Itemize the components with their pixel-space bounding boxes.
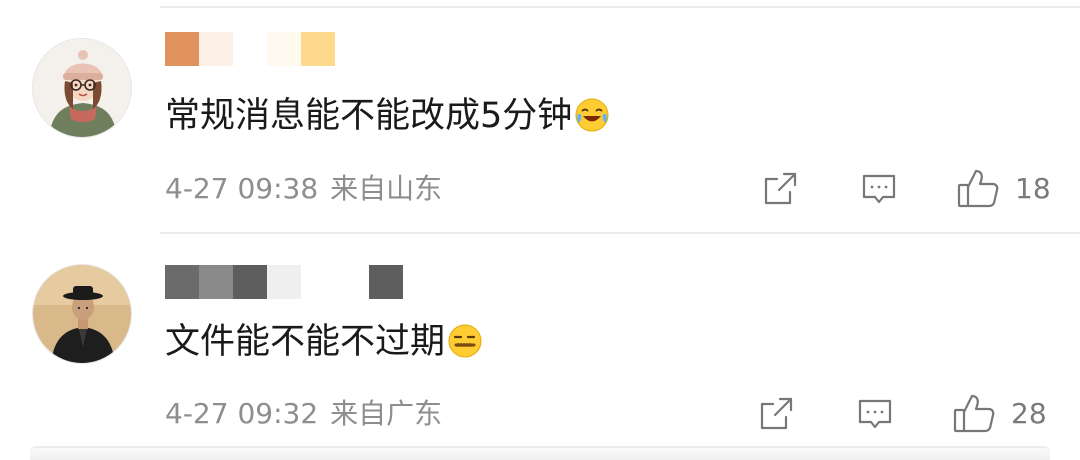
like-count: 18 [1015, 172, 1051, 205]
comment-location: 来自广东 [330, 397, 443, 430]
comment-date: 4-27 09:38 [165, 172, 319, 205]
like-count: 28 [1011, 397, 1047, 430]
thumbs-up-icon[interactable] [952, 392, 996, 438]
comment-date: 4-27 09:32 [165, 397, 319, 430]
comment-text: 文件能不能不过期 [165, 322, 483, 362]
share-icon[interactable] [758, 396, 794, 436]
laughing-crying-emoji [574, 97, 610, 133]
top-divider [160, 6, 1080, 8]
comment-icon[interactable] [861, 171, 897, 211]
comment-divider [160, 232, 1080, 234]
avatar[interactable] [32, 264, 132, 364]
comment-text: 常规消息能不能改成5分钟 [165, 96, 610, 136]
username-mosaic[interactable] [165, 32, 335, 66]
avatar[interactable] [32, 38, 132, 138]
thumbs-up-icon[interactable] [956, 167, 1000, 213]
username-mosaic[interactable] [165, 265, 403, 299]
comment-meta: 4-27 09:32 来自广东 [165, 398, 454, 430]
comment-location: 来自山东 [330, 172, 443, 205]
zipper-mouth-emoji [447, 323, 483, 359]
share-icon[interactable] [762, 171, 798, 211]
comment-text-body: 文件能不能不过期 [165, 322, 446, 362]
comment-icon[interactable] [857, 396, 893, 436]
comment-meta: 4-27 09:38 来自山东 [165, 173, 454, 205]
comment-text-body: 常规消息能不能改成5分钟 [165, 96, 573, 136]
